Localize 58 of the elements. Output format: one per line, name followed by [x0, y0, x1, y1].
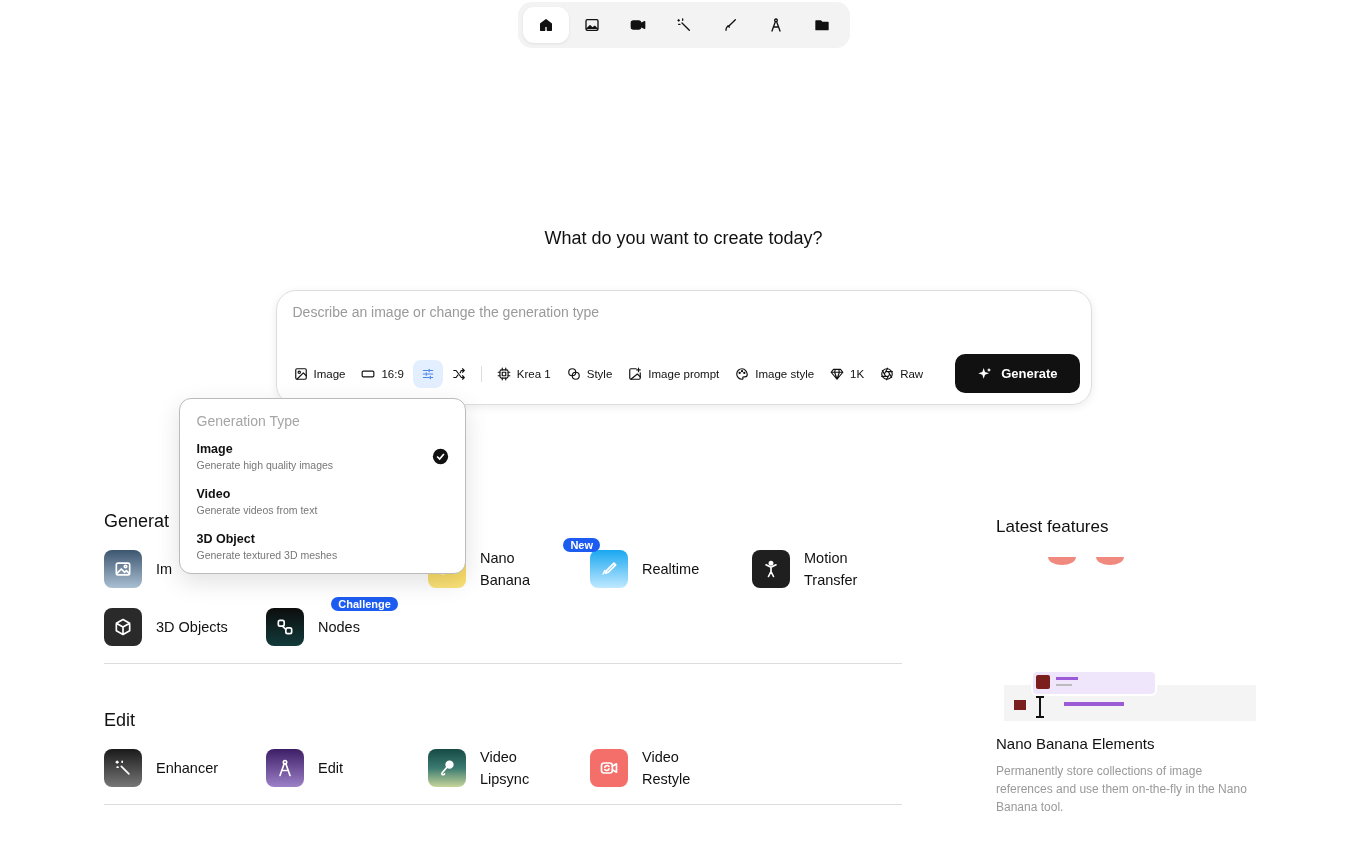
palette-icon — [735, 366, 750, 381]
option-button[interactable]: Raw — [873, 359, 931, 388]
nodes-icon — [266, 608, 304, 646]
cube-icon — [104, 608, 142, 646]
option-button[interactable]: Image — [286, 359, 353, 388]
home-icon — [537, 17, 554, 33]
option-button[interactable]: 16:9 — [354, 359, 411, 388]
menu-item[interactable]: Image Generate high quality images — [196, 442, 449, 471]
video-camera-icon — [590, 749, 628, 787]
aperture-icon — [880, 366, 895, 381]
shuffle-icon — [451, 366, 466, 381]
option-button[interactable]: 1K — [823, 359, 872, 388]
menu-item-title: Video — [196, 487, 232, 501]
page-heading: What do you want to create today? — [543, 227, 824, 250]
tool-tile[interactable]: 3D Objects — [104, 605, 228, 649]
video-camera-icon — [629, 17, 646, 33]
microphone-icon — [428, 749, 466, 787]
diamond-icon — [830, 366, 845, 381]
prompt-input[interactable]: Describe an image or change the generation type — [292, 303, 993, 321]
image-icon — [104, 550, 142, 588]
magic-wand-icon — [104, 749, 142, 787]
section-title: Generat — [104, 510, 170, 533]
menu-item[interactable]: Video Generate videos from text — [196, 487, 449, 516]
tool-tile[interactable]: Edit — [266, 746, 343, 790]
sliders-icon — [420, 366, 435, 381]
feature-description: Permanently store collections of image references and use them on-the-fly in the Nano Banana tool. — [996, 763, 1248, 816]
generate-button[interactable]: Generate — [955, 354, 1080, 393]
tool-tile[interactable]: Im — [104, 547, 173, 591]
badge: Challenge — [331, 597, 398, 611]
menu-title: Generation Type — [196, 413, 301, 429]
compass-icon — [266, 749, 304, 787]
section-title: Latest features — [996, 517, 1110, 537]
magic-wand-icon — [675, 17, 692, 33]
section-title: Edit — [104, 709, 136, 732]
image-icon — [583, 17, 600, 33]
menu-item-title: 3D Object — [196, 532, 256, 546]
image-plus-icon — [628, 366, 643, 381]
tool-tile[interactable]: Video Lipsync — [428, 746, 564, 790]
chip-icon — [496, 366, 511, 381]
menu-item-description: Generate high quality images — [196, 459, 334, 471]
option-button[interactable]: Krea 1 — [489, 359, 558, 388]
option-button[interactable]: Image prompt — [621, 359, 727, 388]
overlapping-circles-icon — [566, 366, 581, 381]
tool-tile[interactable]: Enhancer — [104, 746, 219, 790]
menu-item-description: Generate textured 3D meshes — [196, 549, 338, 561]
folder-icon — [813, 17, 830, 33]
pen-icon — [590, 550, 628, 588]
tool-tile[interactable]: Motion Transfer — [752, 547, 888, 591]
menu-item-description: Generate videos from text — [196, 504, 318, 516]
nav-tab[interactable] — [522, 7, 569, 43]
person-icon — [752, 550, 790, 588]
option-button[interactable]: Image style — [728, 359, 822, 388]
tool-tile[interactable]: Video Restyle — [590, 746, 726, 790]
image-icon — [293, 366, 308, 381]
option-button[interactable]: Style — [559, 359, 620, 388]
badge: New — [563, 538, 600, 552]
menu-item-title: Image — [196, 442, 234, 456]
feature-title: Nano Banana Elements — [996, 735, 1156, 752]
